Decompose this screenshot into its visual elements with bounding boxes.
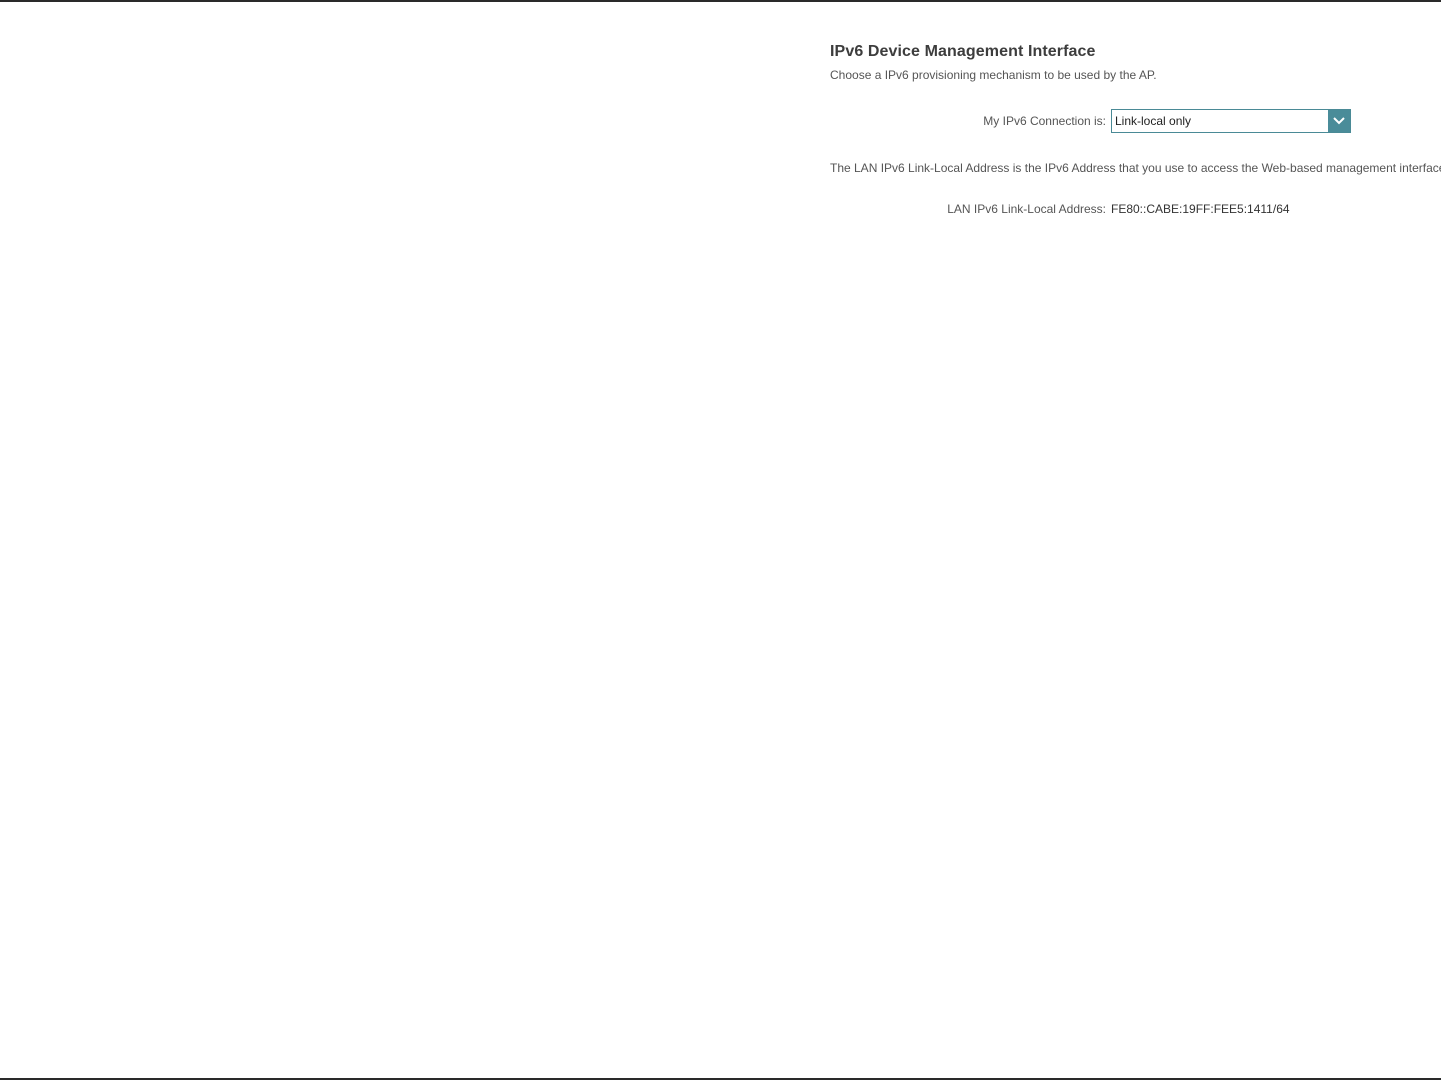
chevron-down-icon[interactable]	[1328, 110, 1350, 132]
link-local-info-text: The LAN IPv6 Link-Local Address is the I…	[830, 161, 1441, 175]
ipv6-connection-select[interactable]: Link-local only	[1111, 109, 1351, 133]
ipv6-connection-selected-value: Link-local only	[1115, 114, 1192, 128]
section-description: Choose a IPv6 provisioning mechanism to …	[830, 68, 1157, 82]
top-border	[0, 0, 1441, 2]
section-title: IPv6 Device Management Interface	[830, 43, 1096, 60]
link-local-address-label: LAN IPv6 Link-Local Address:	[947, 202, 1106, 216]
bottom-border	[0, 1078, 1441, 1080]
ipv6-connection-label: My IPv6 Connection is:	[983, 114, 1106, 128]
link-local-address-value: FE80::CABE:19FF:FEE5:1411/64	[1111, 202, 1290, 216]
